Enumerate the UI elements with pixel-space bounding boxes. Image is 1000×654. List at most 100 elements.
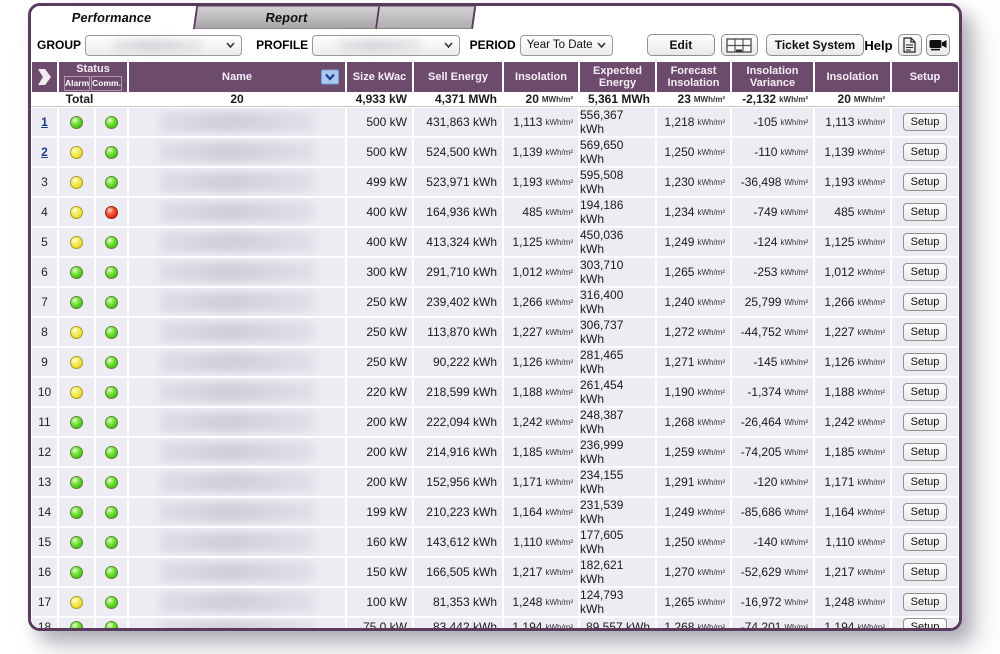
expand-all-header[interactable]: [32, 62, 57, 92]
setup-button[interactable]: Setup: [903, 503, 948, 521]
sell-energy-cell: 164,936 kWh: [414, 198, 502, 226]
expected-energy-cell: 89,557 kWh: [580, 618, 655, 631]
name-sort-button[interactable]: [321, 70, 339, 85]
redacted-name: [159, 262, 315, 281]
name-cell[interactable]: [129, 198, 345, 226]
tab-extra[interactable]: [377, 6, 476, 29]
row-number-link[interactable]: 12: [38, 445, 51, 459]
table-row: 1 500 kW 431,863 kWh 1,113kWh/m² 556,367…: [32, 108, 958, 136]
name-cell[interactable]: [129, 558, 345, 586]
name-cell[interactable]: [129, 438, 345, 466]
comm-led: [105, 206, 118, 219]
tab-performance[interactable]: Performance: [28, 6, 198, 29]
group-select[interactable]: [85, 35, 242, 56]
name-header: Name: [129, 62, 345, 92]
name-cell[interactable]: [129, 228, 345, 256]
profile-select[interactable]: [312, 35, 459, 56]
row-number-link[interactable]: 14: [38, 505, 51, 519]
expected-energy-cell: 182,621 kWh: [580, 558, 655, 586]
alarm-status-cell: [59, 288, 94, 316]
insolation-cell: 1,248kWh/m²: [504, 588, 578, 616]
row-number-link[interactable]: 13: [38, 475, 51, 489]
name-cell[interactable]: [129, 618, 345, 631]
row-number-link[interactable]: 2: [41, 145, 48, 159]
grid-view-button[interactable]: [721, 34, 758, 56]
setup-cell: Setup: [892, 108, 958, 136]
setup-button[interactable]: Setup: [903, 443, 948, 461]
setup-button[interactable]: Setup: [903, 323, 948, 341]
setup-cell: Setup: [892, 378, 958, 406]
row-number-cell: 15: [32, 528, 57, 556]
row-number-link[interactable]: 1: [41, 115, 48, 129]
setup-button[interactable]: Setup: [903, 293, 948, 311]
setup-button[interactable]: Setup: [903, 233, 948, 251]
edit-button[interactable]: Edit: [647, 34, 715, 56]
name-cell[interactable]: [129, 288, 345, 316]
name-cell[interactable]: [129, 528, 345, 556]
setup-button[interactable]: Setup: [903, 203, 948, 221]
name-cell[interactable]: [129, 318, 345, 346]
row-number-link[interactable]: 6: [41, 265, 48, 279]
size-header: Size kWac: [347, 62, 412, 92]
setup-button[interactable]: Setup: [903, 593, 948, 611]
video-help-button[interactable]: [926, 34, 950, 56]
setup-cell: Setup: [892, 498, 958, 526]
alarm-led: [70, 116, 83, 129]
comm-led: [105, 296, 118, 309]
row-number-link[interactable]: 18: [38, 620, 51, 631]
comm-led: [105, 236, 118, 249]
alarm-led: [70, 386, 83, 399]
setup-button[interactable]: Setup: [903, 113, 948, 131]
name-cell[interactable]: [129, 498, 345, 526]
row-number-link[interactable]: 5: [41, 235, 48, 249]
comm-led: [105, 476, 118, 489]
setup-button[interactable]: Setup: [903, 473, 948, 491]
row-number-link[interactable]: 16: [38, 565, 51, 579]
insolation-cell: 1,185kWh/m²: [504, 438, 578, 466]
name-cell[interactable]: [129, 348, 345, 376]
ticket-system-button[interactable]: Ticket System: [766, 34, 865, 56]
help-doc-button[interactable]: [898, 34, 922, 56]
tab-report[interactable]: Report: [195, 6, 380, 29]
document-icon: [903, 37, 916, 53]
sell-energy-cell: 81,353 kWh: [414, 588, 502, 616]
row-number-link[interactable]: 15: [38, 535, 51, 549]
expected-energy-cell: 124,793 kWh: [580, 588, 655, 616]
name-cell[interactable]: [129, 138, 345, 166]
alarm-led: [70, 296, 83, 309]
app-window: Performance Report GROUP PROFILE PERIOD …: [28, 3, 962, 631]
setup-button[interactable]: Setup: [903, 413, 948, 431]
name-cell[interactable]: [129, 378, 345, 406]
total-row: Total 20 4,933 kW 4,371 MWh 20MWh/m² 5,3…: [31, 92, 959, 107]
name-cell[interactable]: [129, 588, 345, 616]
name-cell[interactable]: [129, 168, 345, 196]
setup-button[interactable]: Setup: [903, 143, 948, 161]
row-number-link[interactable]: 9: [41, 355, 48, 369]
setup-button[interactable]: Setup: [903, 173, 948, 191]
period-select[interactable]: Year To Date: [520, 35, 613, 56]
name-cell[interactable]: [129, 408, 345, 436]
size-cell: 250 kW: [347, 288, 412, 316]
setup-button[interactable]: Setup: [903, 533, 948, 551]
comm-led: [105, 146, 118, 159]
row-number-link[interactable]: 4: [41, 205, 48, 219]
sell-energy-cell: 113,870 kWh: [414, 318, 502, 346]
setup-button[interactable]: Setup: [903, 383, 948, 401]
alarm-status-cell: [59, 588, 94, 616]
row-number-link[interactable]: 10: [38, 385, 51, 399]
setup-button[interactable]: Setup: [903, 563, 948, 581]
row-number-link[interactable]: 7: [41, 295, 48, 309]
alarm-led: [70, 356, 83, 369]
name-cell[interactable]: [129, 258, 345, 286]
row-number-link[interactable]: 17: [38, 595, 51, 609]
forecast-insolation-cell: 1,268kWh/m²: [657, 408, 730, 436]
setup-button[interactable]: Setup: [903, 618, 948, 631]
setup-button[interactable]: Setup: [903, 263, 948, 281]
row-number-link[interactable]: 11: [38, 415, 50, 429]
setup-button[interactable]: Setup: [903, 353, 948, 371]
row-number-link[interactable]: 8: [41, 325, 48, 339]
name-cell[interactable]: [129, 108, 345, 136]
row-number-link[interactable]: 3: [41, 175, 48, 189]
row-number-cell: 3: [32, 168, 57, 196]
name-cell[interactable]: [129, 468, 345, 496]
